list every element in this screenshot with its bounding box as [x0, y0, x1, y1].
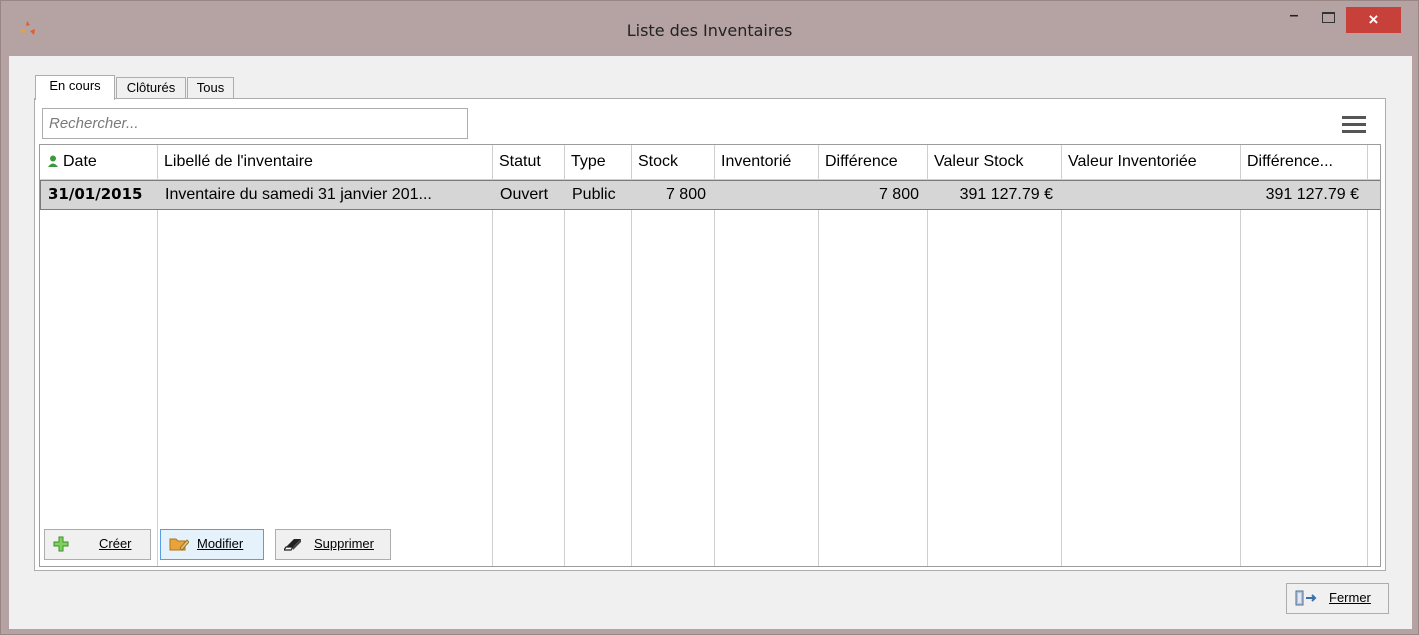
cell-date: 31/01/2015 [48, 185, 143, 203]
column-header-valeur-inventoriee[interactable]: Valeur Inventoriée [1061, 145, 1240, 179]
tab-clotures[interactable]: Clôturés [116, 77, 186, 99]
table-header: Date Libellé de l'inventaire Statut Type… [40, 145, 1380, 180]
app-window: Liste des Inventaires – × En cours Clôtu… [0, 0, 1419, 635]
folder-edit-icon [169, 538, 189, 551]
cell-difference-value: 391 127.79 € [1265, 186, 1359, 203]
title-bar[interactable]: Liste des Inventaires – × [1, 1, 1418, 56]
create-button[interactable]: Créer [44, 529, 151, 560]
column-header-difference[interactable]: Différence [818, 145, 927, 179]
close-window-button[interactable]: × [1346, 7, 1401, 33]
create-button-label: Créer [99, 536, 132, 551]
window-client-area: En cours Clôturés Tous Rechercher... Dat… [9, 56, 1412, 629]
green-plus-icon [53, 536, 69, 552]
column-header-statut[interactable]: Statut [492, 145, 564, 179]
column-header-type[interactable]: Type [564, 145, 631, 179]
close-button[interactable]: Fermer [1286, 583, 1389, 614]
tab-en-cours[interactable]: En cours [35, 75, 115, 100]
cell-type: Public [572, 186, 616, 203]
column-header-stock[interactable]: Stock [631, 145, 714, 179]
cell-stock: 7 800 [665, 186, 706, 203]
eraser-icon [284, 539, 301, 551]
cell-difference: 7 800 [878, 186, 919, 203]
cell-status: Ouvert [500, 186, 549, 203]
modify-button-label: Modifier [197, 536, 244, 551]
cell-inventoried-value [1062, 181, 1241, 209]
hamburger-menu-icon[interactable] [1342, 116, 1366, 134]
column-header-valeur-stock[interactable]: Valeur Stock [927, 145, 1061, 179]
modify-button[interactable]: Modifier [160, 529, 264, 560]
cell-stock-value: 391 127.79 € [959, 186, 1053, 203]
green-person-icon [48, 155, 58, 167]
inventory-table[interactable]: Date Libellé de l'inventaire Statut Type… [39, 144, 1381, 567]
table-row[interactable]: 31/01/2015 Inventaire du samedi 31 janvi… [40, 180, 1380, 210]
delete-button[interactable]: Supprimer [275, 529, 391, 560]
cell-inventoried [715, 181, 819, 209]
column-header-difference-valeur[interactable]: Différence... [1240, 145, 1367, 179]
tab-tous[interactable]: Tous [187, 77, 234, 99]
window-title: Liste des Inventaires [626, 21, 793, 40]
search-input[interactable] [42, 108, 468, 139]
delete-button-label: Supprimer [314, 536, 374, 551]
column-header-inventorie[interactable]: Inventorié [714, 145, 818, 179]
cell-label: Inventaire du samedi 31 janvier 201... [165, 186, 432, 203]
maximize-button[interactable] [1316, 9, 1342, 31]
exit-door-icon [1295, 590, 1317, 606]
column-header-date[interactable]: Date [40, 145, 157, 179]
tab-panel: Date Libellé de l'inventaire Statut Type… [34, 98, 1386, 571]
column-header-libelle[interactable]: Libellé de l'inventaire [157, 145, 492, 179]
close-button-label: Fermer [1329, 590, 1371, 605]
minimize-button[interactable]: – [1281, 8, 1307, 31]
column-header-label: Date [63, 153, 97, 170]
maximize-icon [1322, 12, 1335, 23]
